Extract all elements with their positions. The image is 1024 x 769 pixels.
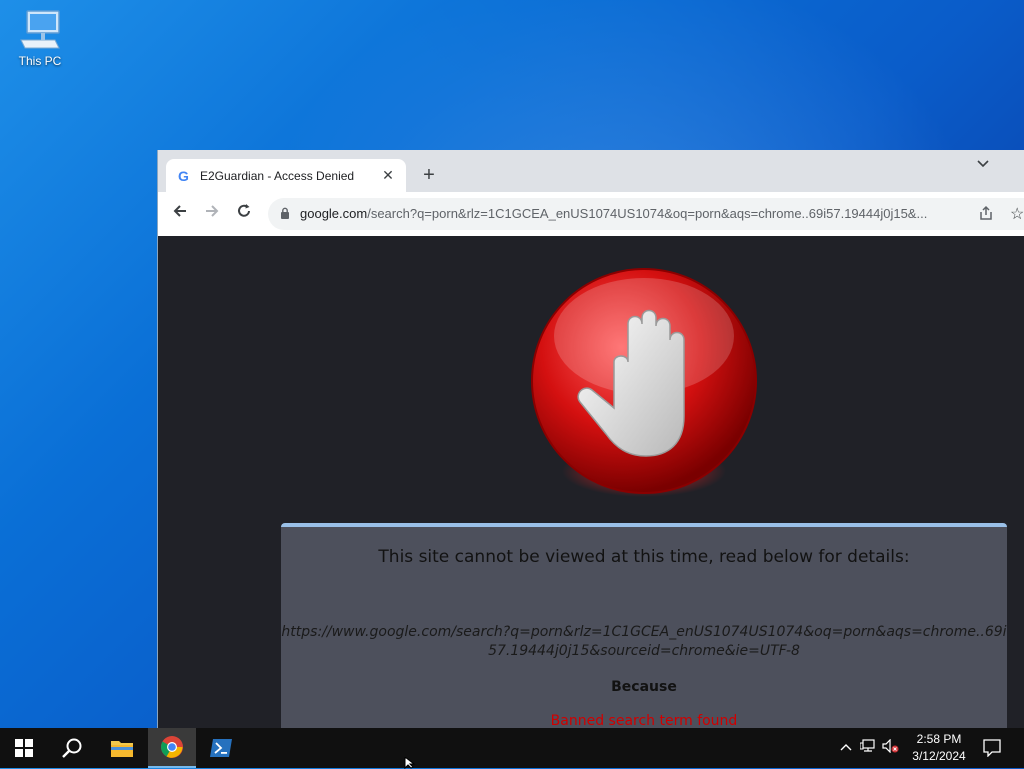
blocked-url: https://www.google.com/search?q=porn&rlz… — [281, 624, 1007, 659]
back-button[interactable] — [168, 202, 192, 226]
notification-icon — [983, 739, 1001, 757]
start-button[interactable] — [0, 728, 48, 768]
powershell-icon — [210, 739, 232, 757]
taskbar-clock[interactable]: 2:58 PM 3/12/2024 — [902, 731, 976, 765]
desktop-icon-label: This PC — [18, 54, 62, 68]
denied-panel: This site cannot be viewed at this time,… — [281, 523, 1007, 728]
tab-e2guardian[interactable]: G E2Guardian - Access Denied ✕ — [166, 159, 406, 192]
forward-arrow-icon — [206, 205, 219, 217]
because-label: Because — [611, 679, 677, 695]
browser-toolbar: google.com/search?q=porn&rlz=1C1GCEA_enU… — [158, 192, 1024, 237]
forward-button[interactable] — [200, 202, 224, 226]
clock-date: 3/12/2024 — [912, 749, 966, 763]
address-bar[interactable]: google.com/search?q=porn&rlz=1C1GCEA_enU… — [268, 198, 1024, 230]
url-host: google.com — [300, 206, 368, 221]
action-center-button[interactable] — [968, 728, 1016, 768]
reload-icon — [238, 204, 250, 217]
file-explorer-button[interactable] — [98, 728, 146, 768]
tab-close-icon[interactable]: ✕ — [380, 167, 396, 184]
url-path: /search?q=porn&rlz=1C1GCEA_enUS1074US107… — [367, 206, 928, 221]
denied-heading: This site cannot be viewed at this time,… — [378, 547, 910, 567]
tab-title: E2Guardian - Access Denied — [200, 168, 355, 183]
tab-search-icon[interactable] — [976, 156, 990, 172]
bookmark-star-icon[interactable]: ☆ — [1010, 204, 1024, 224]
lock-icon — [280, 207, 290, 225]
volume-muted-icon[interactable] — [882, 738, 900, 758]
search-button[interactable] — [48, 728, 96, 768]
reload-button[interactable] — [232, 202, 256, 226]
powershell-button[interactable] — [197, 728, 245, 768]
mouse-cursor-icon — [404, 757, 416, 769]
url-text: google.com/search?q=porn&rlz=1C1GCEA_enU… — [300, 206, 970, 221]
back-arrow-icon — [173, 205, 186, 217]
taskbar: 2:58 PM 3/12/2024 — [0, 728, 1024, 768]
chrome-icon — [161, 736, 183, 758]
share-icon[interactable] — [978, 205, 994, 226]
system-tray — [838, 728, 900, 768]
stop-hand-icon — [531, 268, 757, 497]
chrome-taskbar-button[interactable] — [148, 728, 196, 768]
new-tab-button[interactable]: + — [418, 164, 440, 187]
search-icon — [62, 738, 82, 758]
page-content: This site cannot be viewed at this time,… — [158, 236, 1024, 728]
folder-icon — [111, 741, 133, 757]
denial-reason: Banned search term found — [550, 713, 738, 728]
desktop-icon-this-pc[interactable]: This PC — [12, 8, 68, 68]
chevron-up-icon[interactable] — [840, 739, 852, 757]
network-icon[interactable] — [859, 738, 876, 758]
browser-window[interactable]: G E2Guardian - Access Denied ✕ + google.… — [157, 150, 1024, 728]
google-favicon-icon: G — [178, 167, 189, 184]
computer-icon — [20, 10, 60, 49]
tab-strip: G E2Guardian - Access Denied ✕ + — [158, 150, 1024, 192]
clock-time: 2:58 PM — [916, 732, 962, 746]
windows-logo-icon — [15, 739, 33, 757]
